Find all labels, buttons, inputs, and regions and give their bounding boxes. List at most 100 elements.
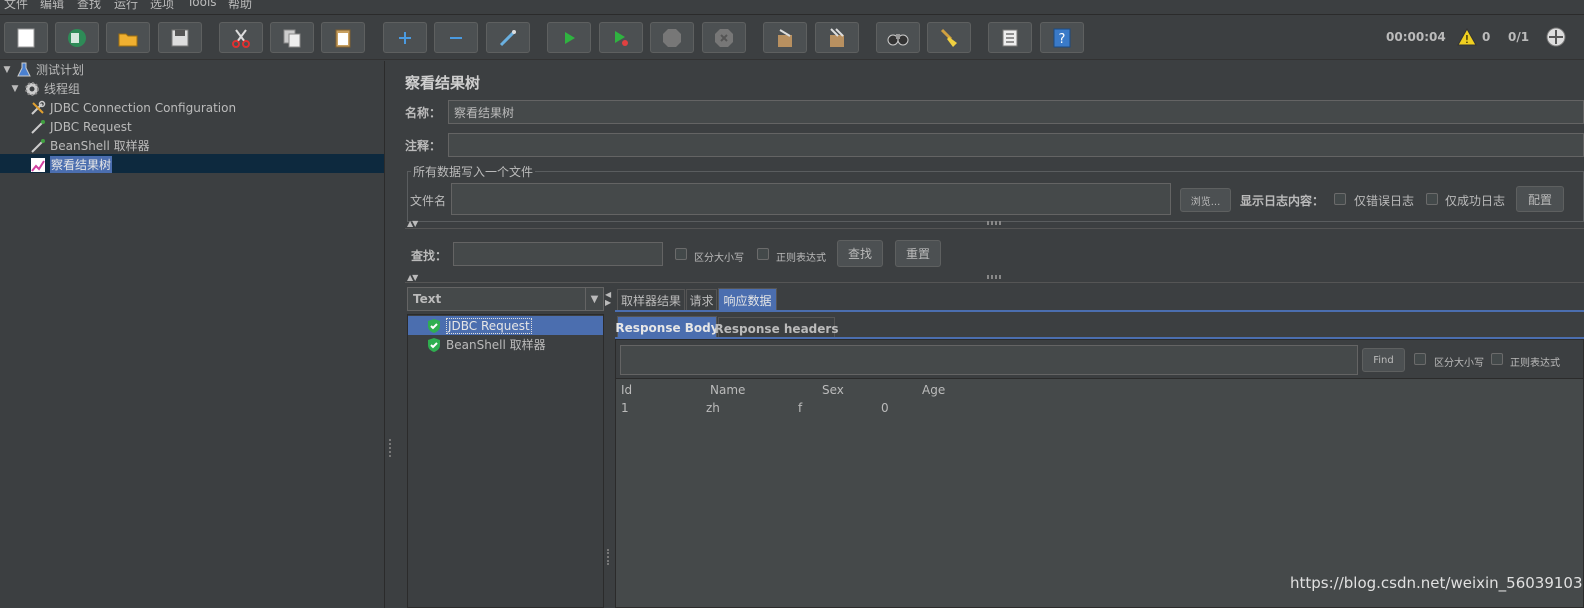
column-header-id: Id [621, 383, 633, 397]
tab-sampler-result[interactable]: 取样器结果 [617, 289, 685, 311]
errors-only-checkbox[interactable] [1334, 193, 1346, 205]
reset-button[interactable]: 重置 [895, 240, 941, 267]
elapsed-time: 00:00:04 [1386, 30, 1446, 44]
response-case-checkbox[interactable] [1414, 353, 1426, 365]
help-icon: ? [1053, 28, 1071, 47]
tree-item-jdbc-connection[interactable]: JDBC Connection Configuration [30, 98, 236, 117]
menu-file[interactable]: 文件 [4, 0, 28, 12]
panel-title: 察看结果树 [405, 74, 481, 92]
tree-item-label: JDBC Request [50, 119, 132, 134]
splitter-grip[interactable] [987, 221, 1001, 225]
list-icon [1002, 29, 1018, 46]
browse-button[interactable]: 浏览... [1180, 188, 1231, 212]
tab-request[interactable]: 请求 [686, 289, 717, 311]
expand-button[interactable] [383, 22, 427, 53]
write-results-group-title: 所有数据写入一个文件 [411, 163, 536, 180]
comment-label: 注释： [405, 139, 442, 153]
response-find-button[interactable]: Find [1362, 348, 1405, 372]
collapse-arrows-icon[interactable]: ◀ ▶ [605, 291, 611, 307]
flask-icon [16, 62, 32, 78]
tab-response-body[interactable]: Response Body [615, 316, 719, 338]
chart-icon [30, 157, 46, 173]
tree-item-label: 线程组 [44, 82, 81, 96]
tree-item-jdbc-request[interactable]: JDBC Request [30, 117, 132, 136]
new-button[interactable] [4, 22, 48, 53]
cell-name: zh [706, 401, 720, 415]
gear-icon [24, 81, 40, 97]
tree-item-beanshell-sampler[interactable]: BeanShell 取样器 [30, 136, 150, 155]
column-header-name: Name [710, 383, 746, 397]
result-item-jdbc-request[interactable]: JDBC Request [408, 316, 603, 335]
filename-field[interactable] [451, 183, 1171, 215]
collapse-button[interactable] [434, 22, 478, 53]
warning-icon[interactable]: ! [1457, 28, 1477, 46]
splitter-grip[interactable] [389, 439, 393, 457]
tab-response-data[interactable]: 响应数据 [718, 288, 777, 311]
horizontal-splitter-bottom[interactable]: ▲▼ [405, 273, 1584, 283]
start-no-pauses-button[interactable] [599, 22, 643, 53]
response-find-input[interactable] [620, 345, 1358, 375]
cell-age: 0 [881, 401, 889, 415]
search-button[interactable] [876, 22, 920, 53]
expand-arrow-icon[interactable]: ▼ [10, 84, 20, 94]
shutdown-button[interactable] [702, 22, 746, 53]
open-button[interactable] [106, 22, 150, 53]
reset-search-button[interactable] [927, 22, 971, 53]
success-shield-icon [428, 318, 440, 333]
horizontal-splitter-top[interactable]: ▲▼ [405, 219, 1584, 229]
response-regex-checkbox[interactable] [1491, 353, 1503, 365]
tree-item-label: 察看结果树 [50, 156, 113, 173]
tree-item-view-results-tree[interactable]: 察看结果树 [30, 155, 113, 174]
results-list: JDBC Request BeanShell 取样器 [407, 314, 604, 608]
stop-button[interactable] [650, 22, 694, 53]
menu-edit[interactable]: 编辑 [40, 0, 64, 12]
result-item-beanshell[interactable]: BeanShell 取样器 [408, 335, 603, 354]
configure-button[interactable]: 配置 [1516, 186, 1564, 212]
clear-all-button[interactable] [815, 22, 859, 53]
save-button[interactable] [158, 22, 202, 53]
success-only-checkbox[interactable] [1426, 193, 1438, 205]
start-button[interactable] [547, 22, 591, 53]
stop-icon [663, 28, 681, 47]
regex-checkbox[interactable] [757, 248, 769, 260]
menu-search[interactable]: 查找 [77, 0, 101, 12]
case-sensitive-checkbox[interactable] [675, 248, 687, 260]
toggle-button[interactable] [486, 22, 530, 53]
copy-button[interactable] [270, 22, 314, 53]
help-button[interactable]: ? [1040, 22, 1084, 53]
chevron-down-icon[interactable]: ▼ [585, 288, 603, 310]
paste-icon [335, 29, 351, 47]
broom-icon [940, 28, 957, 47]
clear-button[interactable] [763, 22, 807, 53]
tab-response-headers[interactable]: Response headers [715, 317, 838, 339]
vertical-splitter[interactable] [384, 61, 397, 608]
renderer-select[interactable]: Text ▼ [407, 287, 604, 311]
regex-label: 正则表达式 [776, 253, 826, 264]
menu-run[interactable]: 运行 [114, 0, 138, 12]
collapse-arrows-icon[interactable]: ▲▼ [407, 219, 418, 228]
menu-help[interactable]: 帮助 [228, 0, 252, 12]
search-label: 查找： [411, 249, 448, 263]
results-splitter[interactable]: ◀ ▶ [604, 287, 615, 608]
expand-arrow-icon[interactable]: ▼ [2, 65, 12, 75]
response-regex-label: 正则表达式 [1510, 358, 1560, 369]
templates-button[interactable] [55, 22, 99, 53]
find-button[interactable]: 查找 [837, 240, 883, 267]
collapse-arrows-icon[interactable]: ▲▼ [407, 273, 418, 282]
tree-item-test-plan[interactable]: ▼ 测试计划 [2, 60, 84, 79]
pipette-icon [30, 138, 46, 154]
templates-icon [68, 28, 86, 47]
name-field[interactable]: 察看结果树 [448, 100, 1584, 124]
menu-tools[interactable]: Tools [187, 0, 217, 9]
function-helper-button[interactable] [988, 22, 1032, 53]
search-field[interactable] [453, 242, 663, 266]
comment-field[interactable] [448, 133, 1584, 157]
splitter-grip[interactable] [987, 275, 1001, 279]
response-text-area[interactable]: Id Name Sex Age 1 zh f 0 [616, 378, 1583, 607]
cut-button[interactable] [219, 22, 263, 53]
splitter-grip[interactable] [607, 549, 611, 565]
toolbar: ? 00:00:04 ! 0 0/1 [0, 16, 1584, 60]
paste-button[interactable] [321, 22, 365, 53]
tree-item-thread-group[interactable]: ▼ 线程组 [10, 79, 80, 98]
menu-options[interactable]: 选项 [150, 0, 174, 12]
